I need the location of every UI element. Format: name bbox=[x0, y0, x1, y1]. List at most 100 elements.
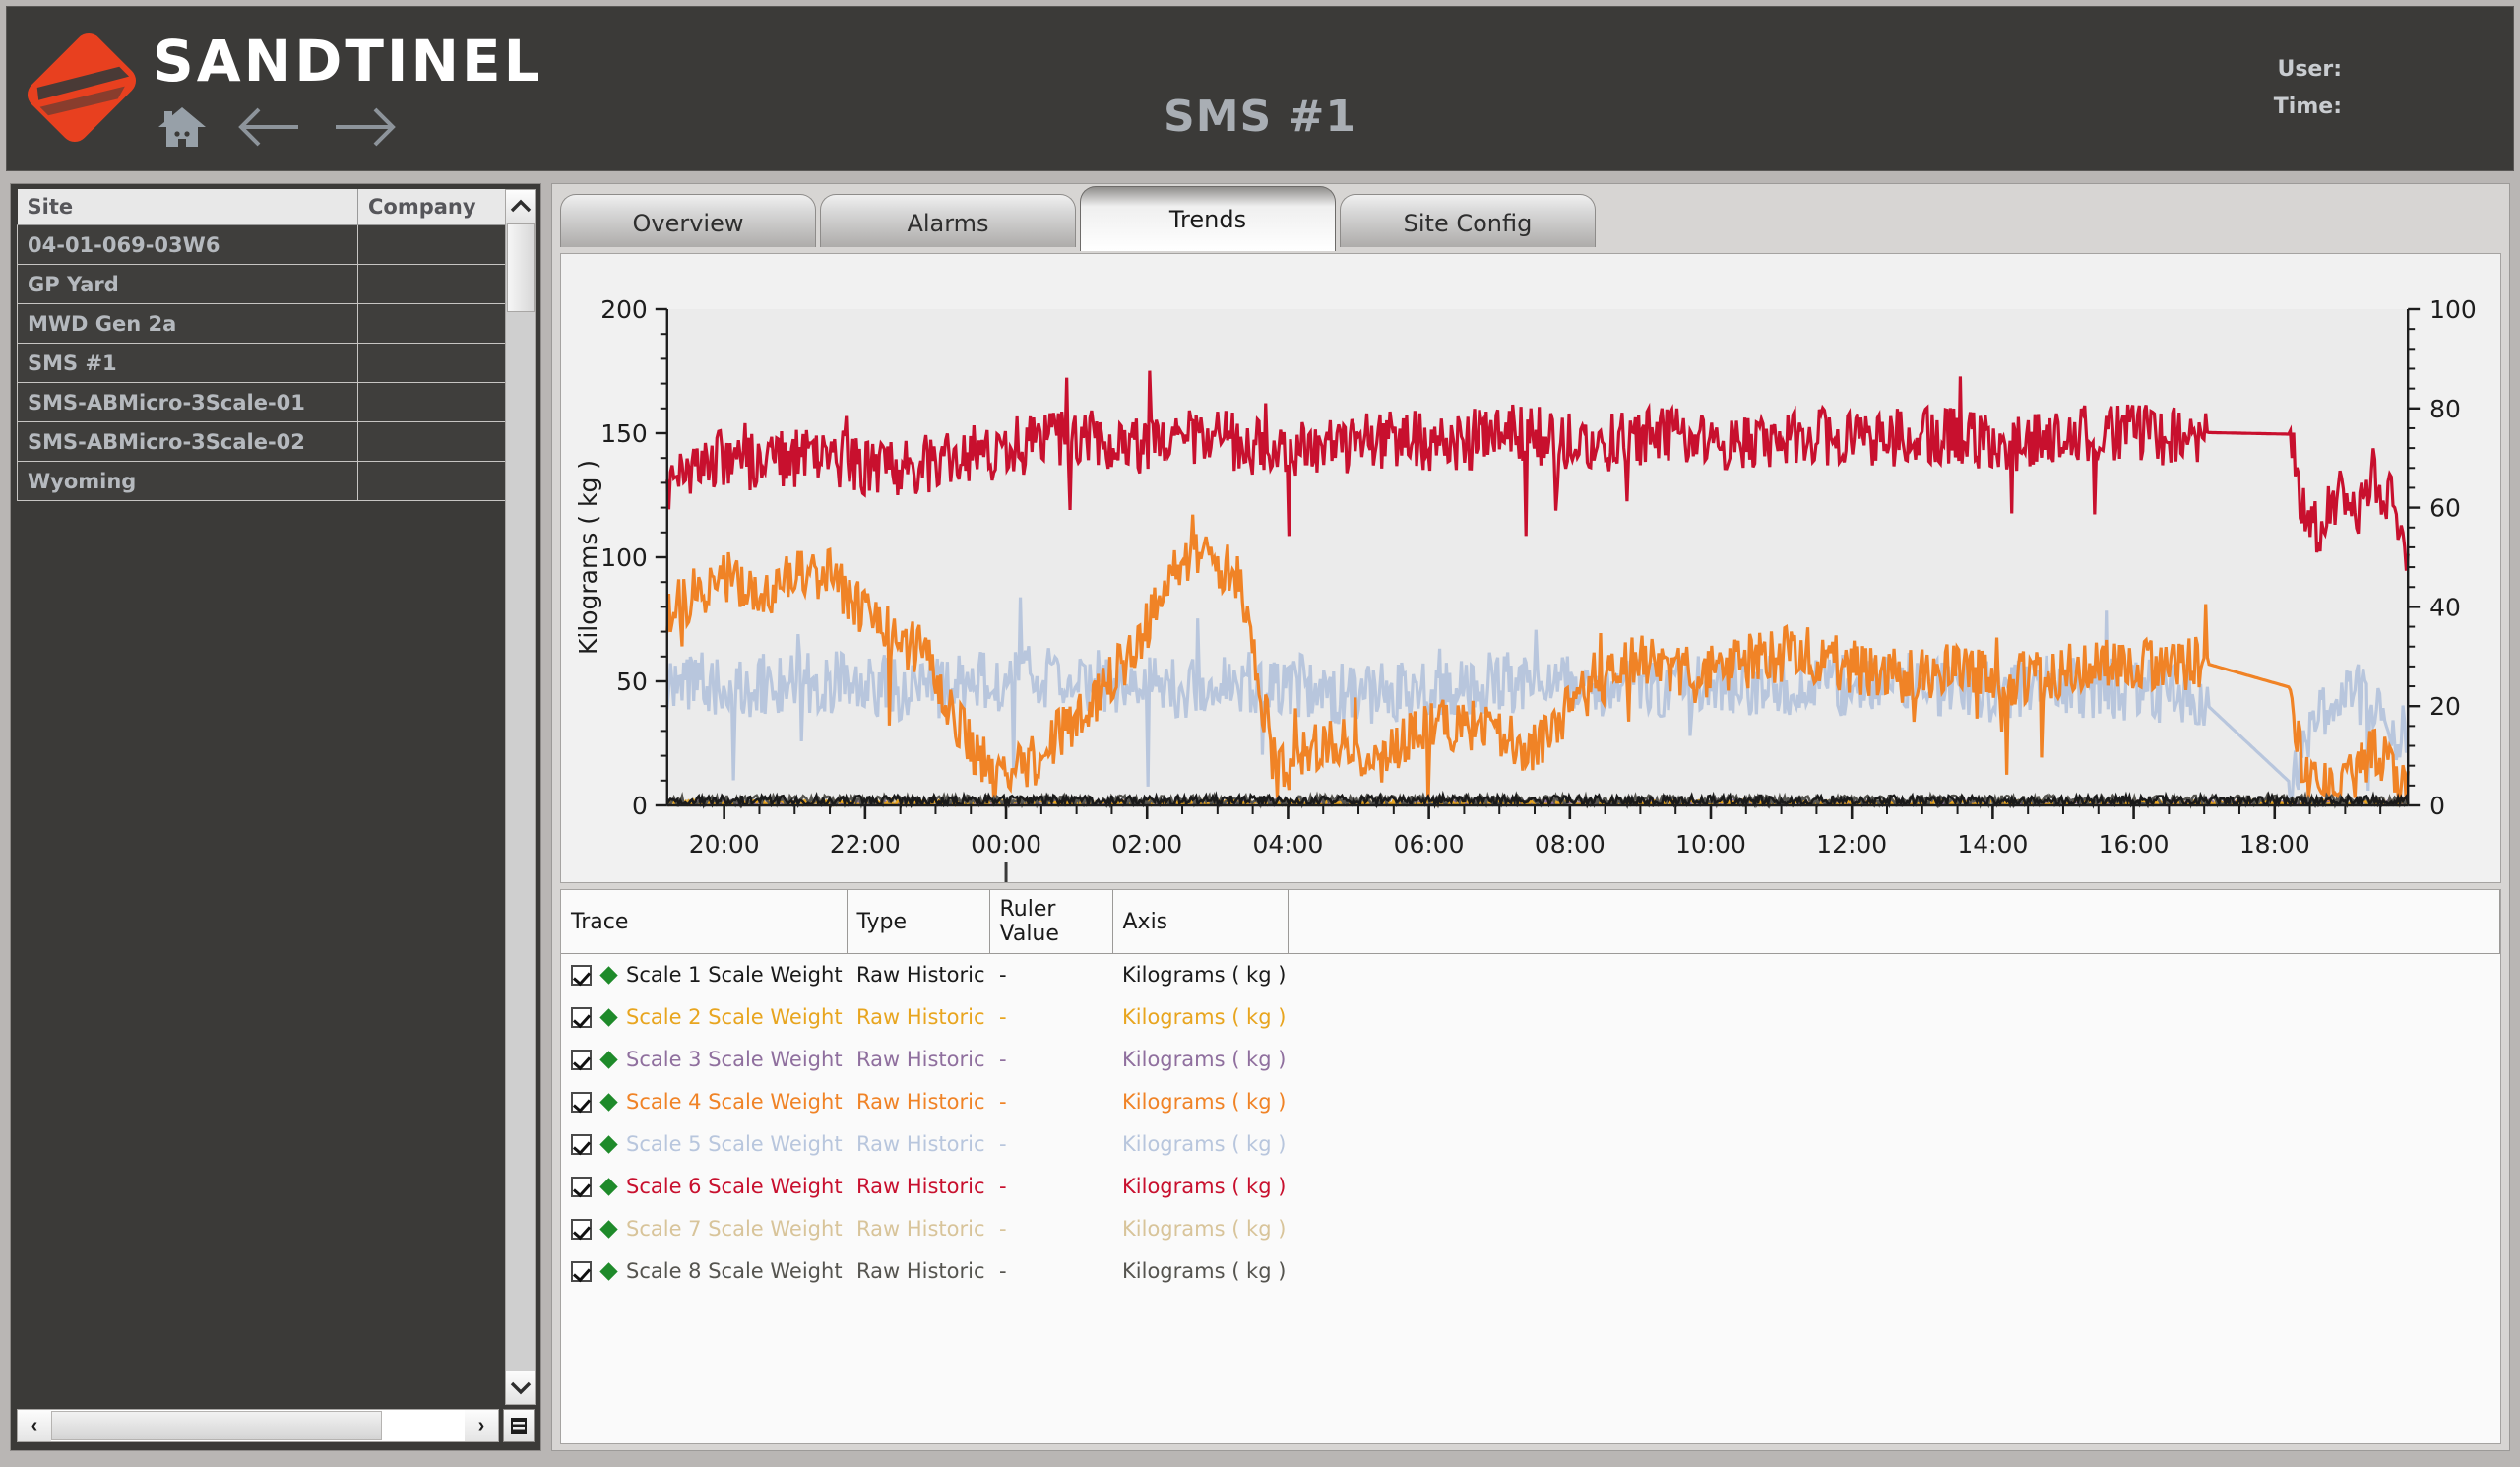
site-name-cell[interactable]: SMS-ABMicro-3Scale-01 bbox=[17, 382, 358, 422]
trace-row[interactable]: Scale 5 Scale Weight NetRaw Historic-Kil… bbox=[561, 1122, 2500, 1166]
trace-type-cell: Raw Historic bbox=[847, 995, 989, 1039]
svg-text:04:00: 04:00 bbox=[1252, 830, 1323, 859]
site-company-cell[interactable] bbox=[357, 461, 520, 501]
chevron-down-icon[interactable] bbox=[506, 1371, 536, 1404]
site-row[interactable]: Wyoming bbox=[17, 461, 520, 501]
site-company-cell[interactable] bbox=[357, 264, 520, 304]
column-header-axis[interactable]: Axis bbox=[1112, 890, 1289, 954]
trace-visible-checkbox[interactable] bbox=[571, 1176, 592, 1197]
arrow-left-icon[interactable] bbox=[237, 105, 302, 149]
trace-name-cell[interactable]: Scale 8 Scale Weight Net bbox=[561, 1249, 847, 1293]
chevron-left-icon[interactable]: ‹ bbox=[18, 1410, 51, 1441]
site-row[interactable]: MWD Gen 2a bbox=[17, 303, 520, 344]
trace-name-cell[interactable]: Scale 6 Scale Weight Net bbox=[561, 1165, 847, 1208]
trace-pad-cell bbox=[1288, 995, 2500, 1039]
trace-name-cell[interactable]: Scale 3 Scale Weight Net bbox=[561, 1038, 847, 1081]
trace-label: Scale 3 Scale Weight Net bbox=[626, 1048, 847, 1071]
trace-row[interactable]: Scale 2 Scale Weight NetRaw Historic-Kil… bbox=[561, 995, 2500, 1039]
trace-name-cell[interactable]: Scale 7 Scale Weight Net bbox=[561, 1207, 847, 1250]
sidebar-scroll-thumb[interactable] bbox=[507, 223, 535, 312]
site-name-cell[interactable]: GP Yard bbox=[17, 264, 358, 304]
chevron-up-icon[interactable] bbox=[506, 190, 536, 223]
tab-overview[interactable]: Overview bbox=[560, 194, 816, 251]
column-header-site[interactable]: Site bbox=[17, 189, 358, 225]
trace-pad-cell bbox=[1288, 1249, 2500, 1293]
site-table-header-row: Site Company bbox=[17, 189, 520, 225]
trace-ruler-value-cell: - bbox=[989, 1207, 1112, 1250]
home-icon[interactable] bbox=[157, 103, 208, 151]
arrow-right-icon[interactable] bbox=[332, 105, 397, 149]
site-company-cell[interactable] bbox=[357, 343, 520, 383]
svg-text:18:00: 18:00 bbox=[2239, 830, 2310, 859]
trend-chart-panel: SMS #1 1 Day Trend 050100150200020406080… bbox=[560, 253, 2501, 883]
trace-visible-checkbox[interactable] bbox=[571, 1091, 592, 1113]
trace-name-cell[interactable]: Scale 2 Scale Weight Net bbox=[561, 995, 847, 1039]
trace-visible-checkbox[interactable] bbox=[571, 1260, 592, 1282]
chart-plot-area[interactable]: 0 50 100 150 200 0 20 40 60 80 100 20:00 22:00 00:00 0… bbox=[561, 254, 2500, 882]
trace-visible-checkbox[interactable] bbox=[571, 1133, 592, 1155]
site-name-cell[interactable]: SMS-ABMicro-3Scale-02 bbox=[17, 421, 358, 462]
site-name-cell[interactable]: 04-01-069-03W6 bbox=[17, 224, 358, 265]
trace-label: Scale 1 Scale Weight Net bbox=[626, 963, 847, 988]
svg-text:100: 100 bbox=[600, 543, 648, 572]
tab-site-config[interactable]: Site Config bbox=[1340, 194, 1596, 251]
svg-text:22:00: 22:00 bbox=[830, 830, 901, 859]
column-header-ruler-value[interactable]: Ruler Value bbox=[989, 890, 1113, 954]
trace-ruler-value-cell: - bbox=[989, 1122, 1112, 1166]
trace-visible-checkbox[interactable] bbox=[571, 1218, 592, 1240]
chevron-right-icon[interactable]: › bbox=[465, 1410, 498, 1441]
column-header-company[interactable]: Company bbox=[357, 189, 520, 225]
sidebar-hscroll-track[interactable] bbox=[51, 1410, 465, 1441]
sidebar-hscroll-thumb[interactable] bbox=[51, 1411, 382, 1440]
trace-name-cell[interactable]: Scale 1 Scale Weight Net bbox=[561, 953, 847, 996]
grid-resize-icon[interactable] bbox=[503, 1409, 535, 1442]
sidebar-horizontal-scrollbar[interactable]: ‹ › bbox=[17, 1409, 499, 1442]
trace-ruler-value-cell: - bbox=[989, 1165, 1112, 1208]
trace-type-cell: Raw Historic bbox=[847, 1249, 989, 1293]
brand-name: SANDTINEL bbox=[153, 28, 543, 95]
trace-type-cell: Raw Historic bbox=[847, 1165, 989, 1208]
column-header-type[interactable]: Type bbox=[847, 890, 990, 954]
trace-row[interactable]: Scale 7 Scale Weight NetRaw Historic-Kil… bbox=[561, 1207, 2500, 1250]
trace-type-cell: Raw Historic bbox=[847, 1080, 989, 1123]
app-header: SANDTINEL SMS #1 User: Time: bbox=[6, 6, 2514, 171]
site-name-cell[interactable]: Wyoming bbox=[17, 461, 358, 501]
site-row[interactable]: SMS-ABMicro-3Scale-02 bbox=[17, 421, 520, 462]
trace-axis-cell: Kilograms ( kg ) bbox=[1112, 1080, 1288, 1123]
site-row[interactable]: SMS #1 bbox=[17, 343, 520, 383]
svg-text:Kilograms ( kg ): Kilograms ( kg ) bbox=[574, 460, 602, 655]
trace-row[interactable]: Scale 3 Scale Weight NetRaw Historic-Kil… bbox=[561, 1038, 2500, 1081]
tab-bar: Overview Alarms Trends Site Config bbox=[560, 186, 1596, 251]
site-name-cell[interactable]: MWD Gen 2a bbox=[17, 303, 358, 344]
column-header-trace[interactable]: Trace bbox=[561, 890, 848, 954]
site-company-cell[interactable] bbox=[357, 303, 520, 344]
trace-row[interactable]: Scale 1 Scale Weight NetRaw Historic-Kil… bbox=[561, 953, 2500, 996]
svg-text:100: 100 bbox=[2429, 295, 2477, 324]
trace-visible-checkbox[interactable] bbox=[571, 1049, 592, 1070]
svg-text:150: 150 bbox=[600, 419, 648, 448]
trace-visible-checkbox[interactable] bbox=[571, 964, 592, 986]
tab-alarms[interactable]: Alarms bbox=[820, 194, 1076, 251]
trace-name-cell[interactable]: Scale 4 Scale Weight Net bbox=[561, 1080, 847, 1123]
site-row[interactable]: 04-01-069-03W6 bbox=[17, 224, 520, 265]
trace-pad-cell bbox=[1288, 1122, 2500, 1166]
sidebar-scroll-track[interactable] bbox=[506, 223, 536, 1371]
site-company-cell[interactable] bbox=[357, 382, 520, 422]
trace-axis-cell: Kilograms ( kg ) bbox=[1112, 1038, 1288, 1081]
sidebar-vertical-scrollbar[interactable] bbox=[505, 189, 536, 1405]
trace-row[interactable]: Scale 6 Scale Weight NetRaw Historic-Kil… bbox=[561, 1165, 2500, 1208]
svg-text:08:00: 08:00 bbox=[1535, 830, 1606, 859]
tab-trends[interactable]: Trends bbox=[1080, 186, 1336, 251]
trace-visible-checkbox[interactable] bbox=[571, 1006, 592, 1028]
trace-row[interactable]: Scale 4 Scale Weight NetRaw Historic-Kil… bbox=[561, 1080, 2500, 1123]
site-company-cell[interactable] bbox=[357, 421, 520, 462]
trace-name-cell[interactable]: Scale 5 Scale Weight Net bbox=[561, 1122, 847, 1166]
svg-text:06:00: 06:00 bbox=[1394, 830, 1465, 859]
site-name-cell[interactable]: SMS #1 bbox=[17, 343, 358, 383]
trace-table-body: Scale 1 Scale Weight NetRaw Historic-Kil… bbox=[561, 953, 2500, 1293]
site-table: Site Company 04-01-069-03W6 GP Yard MWD Ge… bbox=[17, 189, 520, 501]
site-company-cell[interactable] bbox=[357, 224, 520, 265]
trace-row[interactable]: Scale 8 Scale Weight NetRaw Historic-Kil… bbox=[561, 1249, 2500, 1293]
site-row[interactable]: GP Yard bbox=[17, 264, 520, 304]
site-row[interactable]: SMS-ABMicro-3Scale-01 bbox=[17, 382, 520, 422]
